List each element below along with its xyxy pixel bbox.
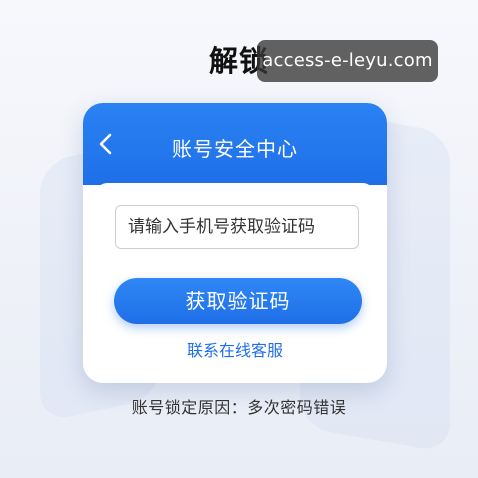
phone-screen-card: 账号安全中心 请输入手机号获取验证码 获取验证码 联系在线客服	[83, 103, 387, 383]
get-verification-code-button[interactable]: 获取验证码	[114, 278, 362, 324]
lock-reason-text: 账号锁定原因：多次密码错误	[131, 398, 347, 417]
watermark-label: access-e-leyu.com	[257, 40, 438, 82]
contact-support-link[interactable]: 联系在线客服	[97, 337, 373, 361]
phone-number-input[interactable]: 请输入手机号获取验证码	[115, 205, 359, 249]
header-title: 账号安全中心	[172, 137, 298, 161]
header-bar: 账号安全中心	[83, 103, 387, 185]
form-panel: 请输入手机号获取验证码 获取验证码 联系在线客服	[97, 183, 373, 369]
